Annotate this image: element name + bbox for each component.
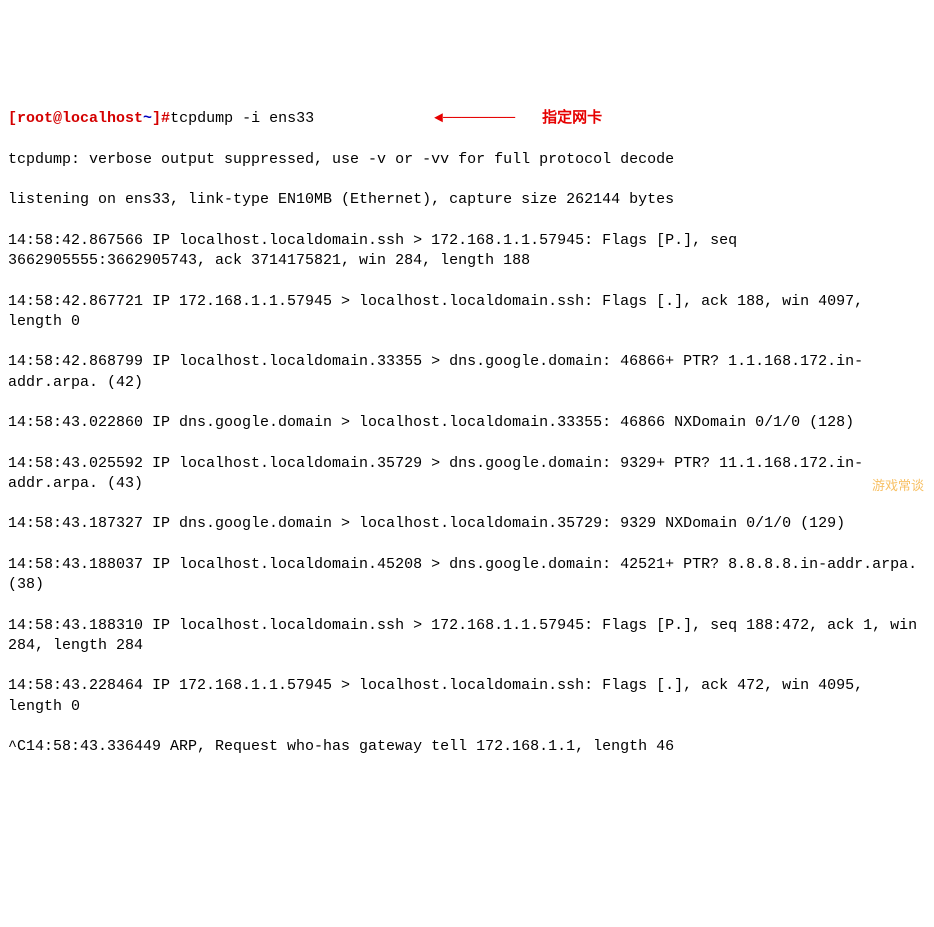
output-line: 14:58:43.022860 IP dns.google.domain > l… — [8, 413, 926, 433]
output-line: tcpdump: verbose output suppressed, use … — [8, 150, 926, 170]
output-line: 14:58:42.868799 IP localhost.localdomain… — [8, 352, 926, 393]
terminal-screen: [root@localhost ~]#tcpdump -i ens33 ◄────… — [8, 89, 926, 778]
prompt-path: ~ — [143, 109, 152, 129]
output-line: 14:58:43.188310 IP localhost.localdomain… — [8, 616, 926, 657]
output-line: ^C14:58:43.336449 ARP, Request who-has g… — [8, 737, 926, 757]
output-line: listening on ens33, link-type EN10MB (Et… — [8, 190, 926, 210]
output-line: 14:58:43.187327 IP dns.google.domain > l… — [8, 514, 926, 534]
prompt-line[interactable]: [root@localhost ~]#tcpdump -i ens33 ◄────… — [8, 109, 926, 129]
prompt-user-host: [root@localhost — [8, 109, 143, 129]
prompt-symbol: ]# — [152, 109, 170, 129]
command-text: tcpdump -i ens33 — [170, 109, 314, 129]
arrow-icon: ◄──────── — [434, 109, 515, 129]
output-line: 14:58:43.025592 IP localhost.localdomain… — [8, 454, 926, 495]
watermark-label: 游戏常谈 — [872, 477, 924, 495]
output-line: 14:58:43.228464 IP 172.168.1.1.57945 > l… — [8, 676, 926, 717]
annotation-label: 指定网卡 — [542, 109, 602, 129]
output-line: 14:58:42.867566 IP localhost.localdomain… — [8, 231, 926, 272]
output-line: 14:58:43.188037 IP localhost.localdomain… — [8, 555, 926, 596]
output-line: 14:58:42.867721 IP 172.168.1.1.57945 > l… — [8, 292, 926, 333]
